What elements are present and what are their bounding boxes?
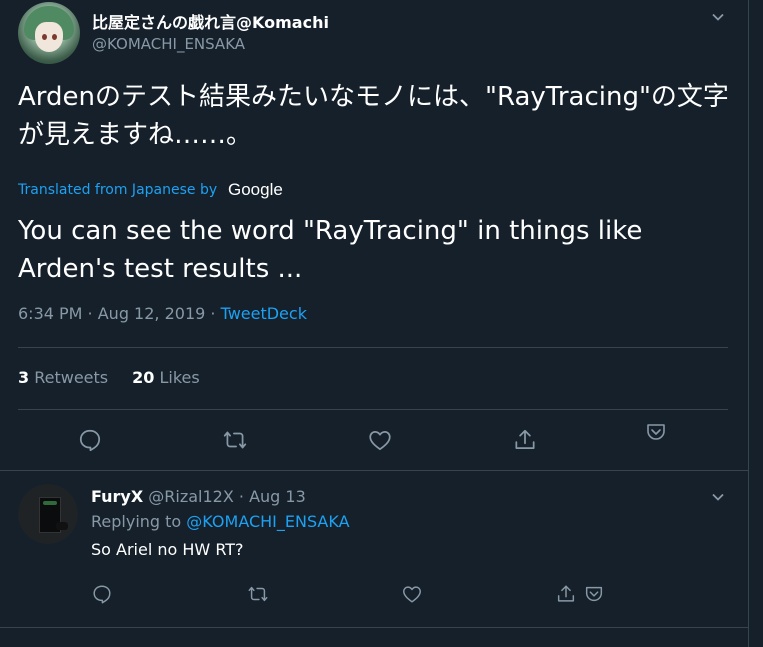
share-icon[interactable] [555,583,577,605]
reply-header: FuryX @Rizal12X · Aug 13 [91,487,306,506]
reply-icon[interactable] [91,583,113,605]
chevron-down-icon[interactable] [711,490,725,504]
tweet-source-link[interactable]: TweetDeck [221,304,307,323]
retweet-icon[interactable] [247,583,269,605]
tweet-timestamp[interactable]: 6:34 PM · Aug 12, 2019 · [18,304,221,323]
column-border [748,0,749,647]
like-icon[interactable] [401,583,423,605]
share-icon[interactable] [512,427,538,453]
pocket-icon[interactable] [644,420,668,444]
retweet-icon[interactable] [222,427,248,453]
divider [0,470,748,471]
translated-label: Translated from Japanese by [18,182,218,198]
divider [0,627,748,628]
author-name[interactable]: 比屋定さんの戯れ言@Komachi [92,9,329,33]
engagement-stats: 3 Retweets 20 Likes [18,368,200,387]
replying-to-link[interactable]: @KOMACHI_ENSAKA [186,512,349,531]
pocket-icon[interactable] [583,583,605,605]
translated-text: You can see the word "RayTracing" in thi… [18,216,643,284]
reply-text: So Ariel no HW RT? [91,540,244,559]
divider [18,409,728,410]
author-handle[interactable]: @KOMACHI_ENSAKA [92,35,245,53]
tweet-meta: 6:34 PM · Aug 12, 2019 · TweetDeck [18,304,307,323]
replying-to: Replying to @KOMACHI_ENSAKA [91,512,350,531]
google-logo[interactable]: Google [228,180,283,200]
likes-stat[interactable]: 20 Likes [132,368,200,387]
author-avatar[interactable] [18,2,80,64]
reply-handle-date[interactable]: @Rizal12X · Aug 13 [148,487,305,506]
chevron-down-icon[interactable] [711,10,725,24]
divider [18,347,728,348]
reply-author-name[interactable]: FuryX [91,487,143,506]
like-icon[interactable] [367,427,393,453]
reply-author-avatar[interactable] [18,484,78,544]
tweet-text: Ardenのテスト結果みたいなモノには、"RayTracing"の文字が見えます… [18,82,729,150]
timeline: 比屋定さんの戯れ言@Komachi @KOMACHI_ENSAKA Ardenの… [0,0,748,647]
retweets-stat[interactable]: 3 Retweets [18,368,108,387]
reply-icon[interactable] [77,427,103,453]
